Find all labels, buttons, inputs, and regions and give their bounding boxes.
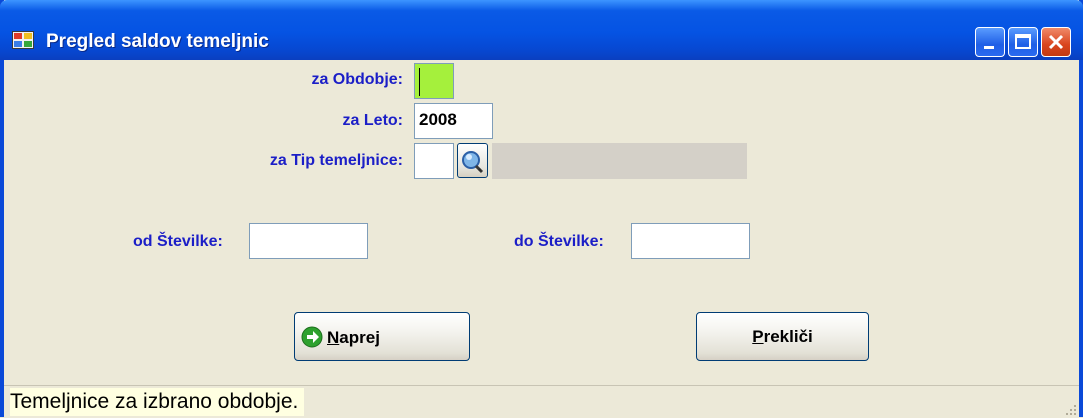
lookup-icon — [462, 151, 484, 174]
status-text: Temeljnice za izbrano obdobje. — [10, 388, 305, 416]
close-button[interactable] — [1041, 27, 1071, 57]
leto-input[interactable]: 2008 — [414, 103, 493, 139]
od-stevilke-input[interactable] — [249, 223, 368, 259]
obdobje-label: za Obdobje: — [311, 71, 403, 88]
tip-description-field — [492, 143, 747, 179]
title-bar[interactable]: Pregled saldov temeljnic — [0, 0, 1083, 60]
od-stevilke-label: od Številke: — [133, 233, 223, 250]
text-caret — [419, 68, 420, 96]
preklici-label: rekliči — [763, 326, 813, 346]
leto-label: za Leto: — [342, 112, 403, 129]
tip-temeljnice-label: za Tip temeljnice: — [269, 152, 403, 169]
leto-value: 2008 — [419, 110, 457, 129]
minimize-button[interactable] — [975, 27, 1005, 57]
naprej-mnemonic: N — [327, 327, 340, 347]
naprej-button[interactable]: Naprej — [294, 312, 470, 361]
dialog-window: Pregled saldov temeljnic za Obdobje: za … — [0, 0, 1083, 418]
maximize-icon — [1015, 34, 1031, 49]
arrow-right-icon — [301, 326, 323, 347]
do-stevilke-label: do Številke: — [514, 233, 604, 250]
tip-lookup-button[interactable] — [457, 143, 488, 178]
preklici-button[interactable]: Prekliči — [696, 312, 869, 361]
maximize-button[interactable] — [1008, 27, 1038, 57]
tip-temeljnice-input[interactable] — [414, 143, 454, 179]
close-icon — [1048, 34, 1064, 50]
do-stevilke-input[interactable] — [631, 223, 750, 259]
preklici-mnemonic: P — [752, 326, 764, 346]
window-title: Pregled saldov temeljnic — [46, 31, 269, 52]
minimize-icon — [984, 46, 994, 49]
app-icon — [12, 31, 34, 49]
obdobje-input[interactable] — [414, 63, 454, 99]
resize-grip-icon[interactable] — [1063, 402, 1077, 416]
naprej-label: aprej — [339, 327, 380, 347]
status-bar: Temeljnice za izbrano obdobje. — [4, 385, 1079, 418]
